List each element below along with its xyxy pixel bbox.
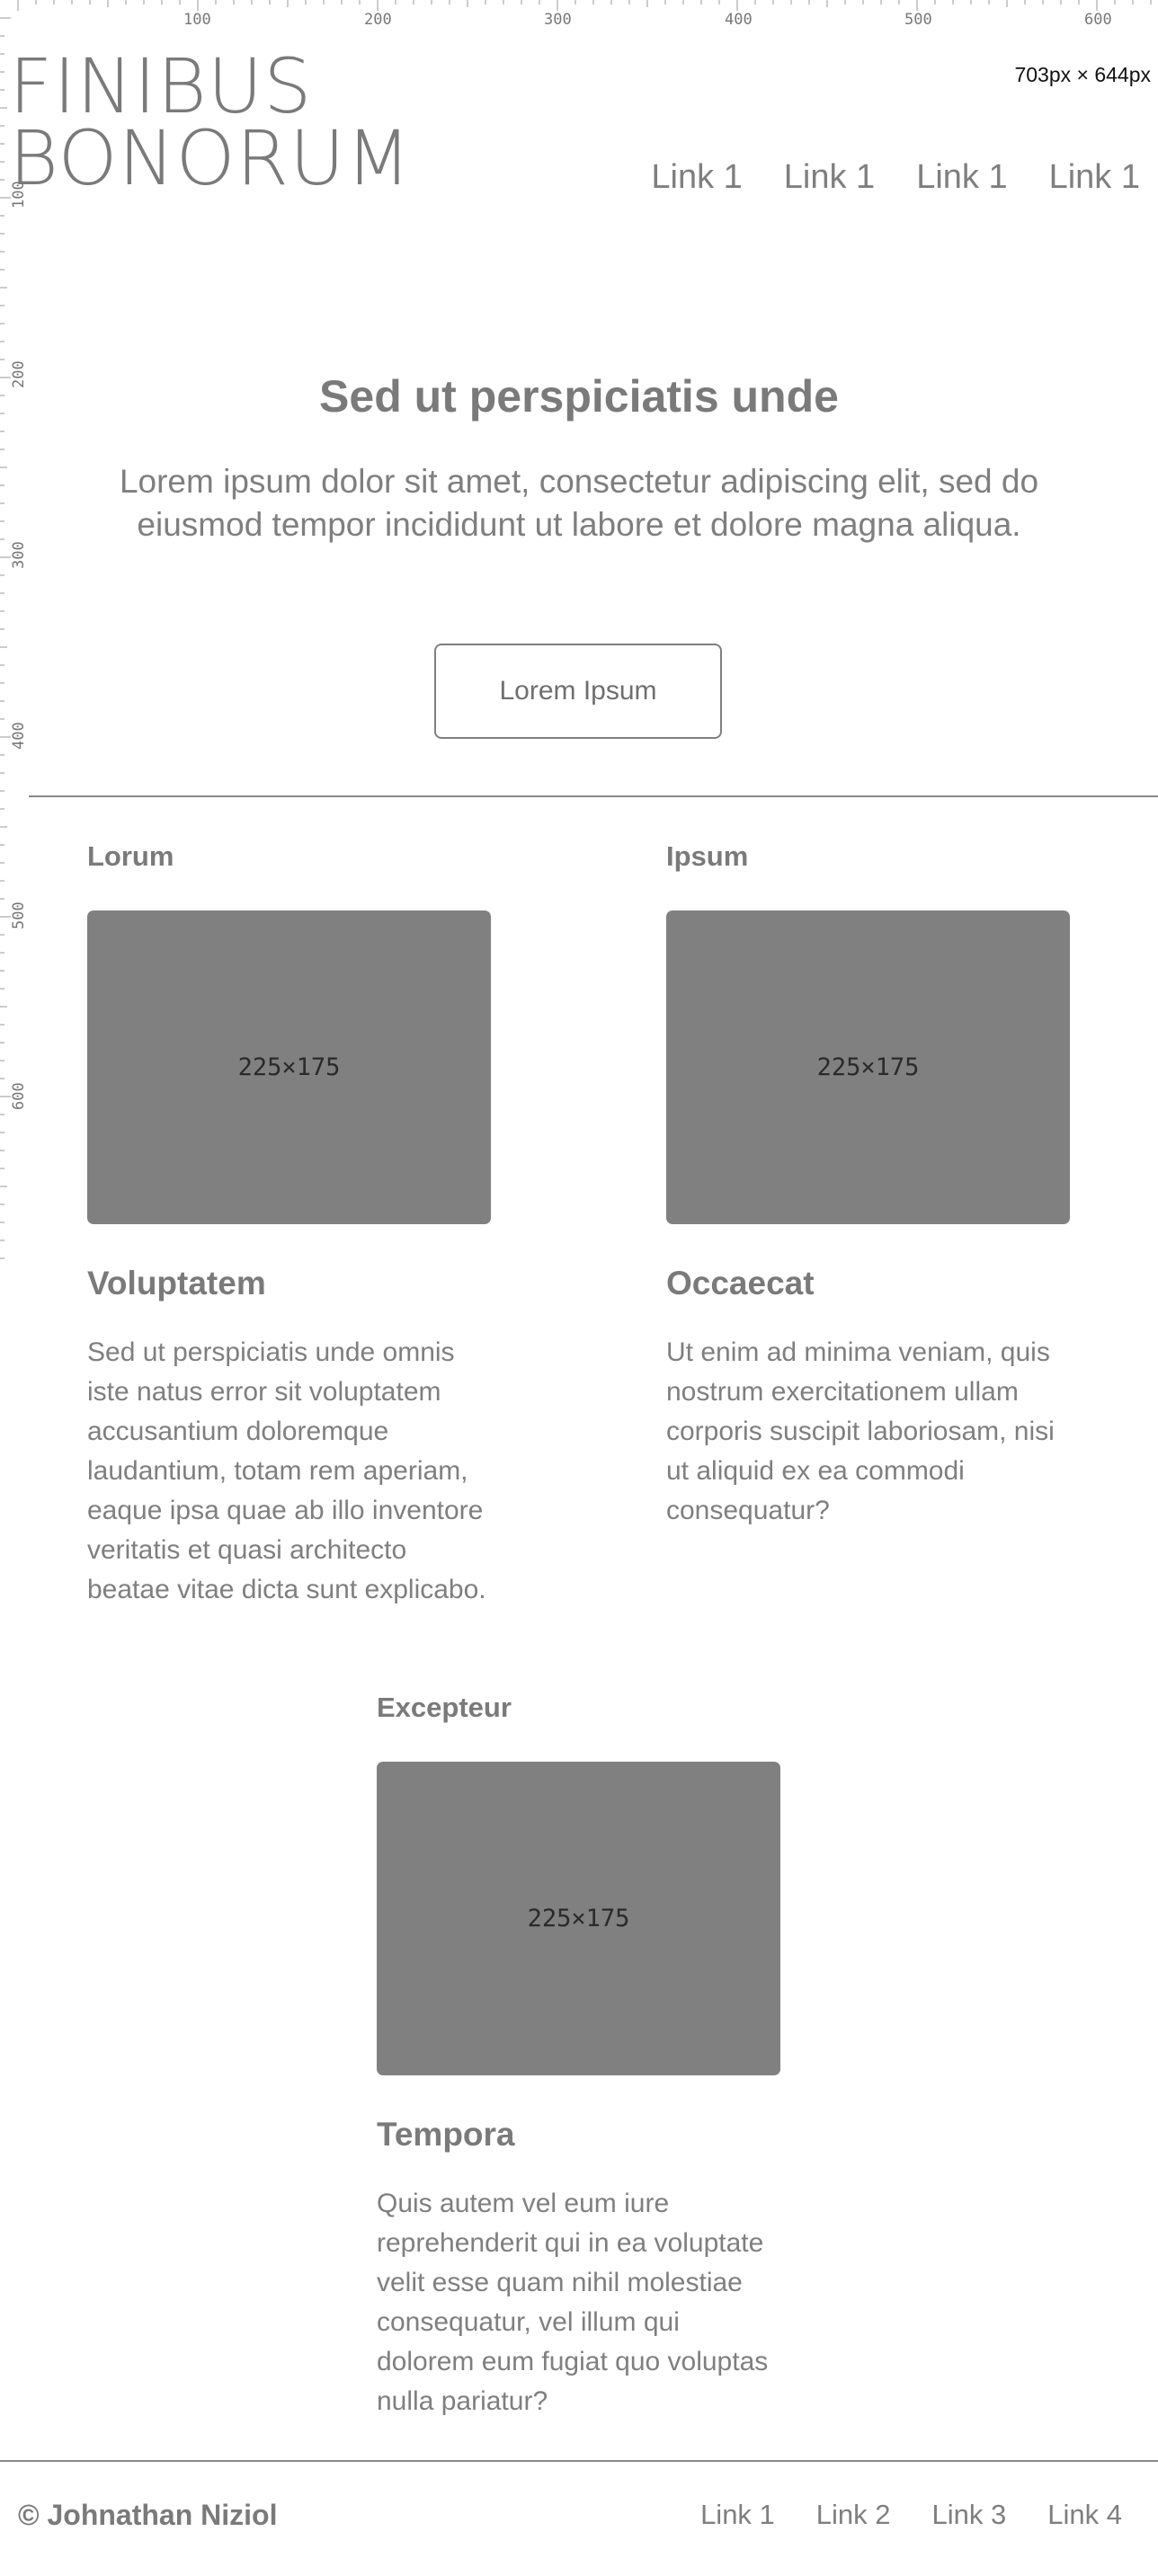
viewport-size-readout: 703px × 644px [1014,63,1151,86]
hero-text: Lorem ipsum dolor sit amet, consectetur … [119,463,1039,543]
ruler-top-graphic: 100 200 300 400 500 600 [17,0,1152,25]
card-text: Quis autem vel eum iure reprehenderit qu… [377,2189,769,2416]
header-nav-link[interactable]: Link 1 [916,158,1007,197]
footer-nav-link-2[interactable]: Link 2 [816,2499,891,2531]
card-title: Voluptatem [87,1265,266,1301]
header-nav-link[interactable]: Link 1 [1049,158,1140,197]
header-nav-link[interactable]: Link 1 [784,158,875,197]
ruler-left-label: 300 [10,541,25,569]
hero-title: Sed ut perspiciatis unde [319,371,839,422]
ruler-top: 100 200 300 400 500 600 [0,0,1158,25]
footer-nav-link-1[interactable]: Link 1 [700,2499,775,2531]
ruler-left-label: 400 [10,722,25,750]
ruler-top-label: 300 [544,11,572,25]
header-nav: Link 1 Link 1 Link 1 Link 1 [651,158,1140,197]
ruler-top-label: 100 [183,11,211,25]
ruler-top-label: 400 [725,11,753,25]
card-label: Ipsum [666,840,749,872]
ruler-top-label: 600 [1084,11,1112,25]
card-text: Ut enim ad minima veniam, quis nostrum e… [666,1337,1055,1525]
ruler-top-label: 200 [364,11,392,25]
footer-nav-link-3[interactable]: Link 3 [932,2499,1007,2531]
footer-nav-link-4[interactable]: Link 4 [1047,2499,1122,2531]
hero-button[interactable]: Lorem Ipsum [434,644,722,739]
card-image-placeholder: 225×175 [87,910,491,1224]
logo-line-2: BONORUM [9,114,412,202]
section-divider [29,795,1158,797]
card-text: Sed ut perspiciatis unde omnis iste natu… [87,1337,486,1604]
footer-divider [0,2460,1158,2462]
card-title: Occaecat [666,1265,815,1301]
card-image-placeholder: 225×175 [666,910,1070,1224]
footer-nav: Link 1 Link 2 Link 3 Link 4 [700,2499,1122,2531]
card-label: Excepteur [377,1692,512,1723]
footer-copyright: © Johnathan Niziol [18,2499,278,2531]
card-image-placeholder: 225×175 [377,1762,780,2075]
site-logo[interactable]: FINIBUS BONORUM [9,42,412,202]
header-nav-link[interactable]: Link 1 [651,158,742,197]
logo-line-1: FINIBUS [9,42,313,130]
card-title: Tempora [377,2116,515,2153]
ruler-left-label: 600 [10,1082,25,1110]
ruler-left-label: 500 [10,902,25,929]
ruler-top-label: 500 [904,11,932,25]
card-label: Lorum [87,840,174,872]
